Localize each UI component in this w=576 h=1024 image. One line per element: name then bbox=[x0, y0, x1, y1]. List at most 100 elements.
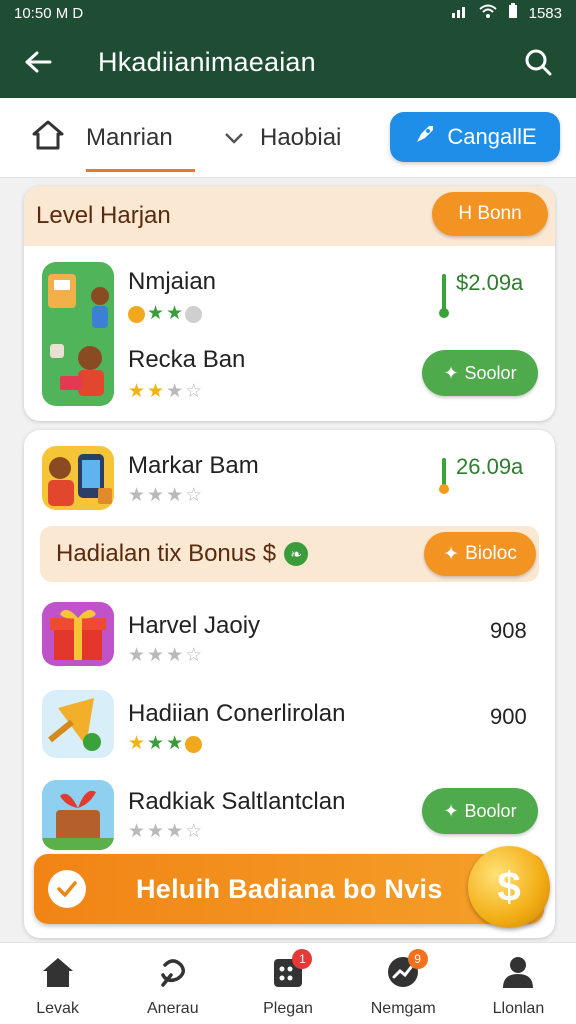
plus-icon: ✦ bbox=[443, 362, 459, 383]
star-icon: ★ bbox=[166, 381, 184, 402]
item-name: Hadiian Conerlirolan bbox=[128, 700, 346, 727]
bonus-banner-title: Hadialan tix Bonus $ bbox=[56, 540, 277, 567]
status-time: 10:50 M D bbox=[14, 4, 84, 22]
status-bar: 10:50 M D 1583 bbox=[0, 0, 576, 26]
notification-badge: 9 bbox=[407, 949, 428, 969]
soolor-label: Soolor bbox=[464, 362, 517, 383]
rating-stars: ★ ★ ★ ☆ bbox=[128, 646, 202, 666]
item-value: 900 bbox=[490, 704, 527, 729]
app-illustration-icon bbox=[42, 262, 114, 406]
nav-label: Levak bbox=[36, 1000, 79, 1017]
phone-app-icon bbox=[42, 446, 114, 510]
nav-item-levak[interactable]: Levak bbox=[0, 943, 115, 1024]
profile-icon bbox=[500, 955, 536, 994]
bonus-button[interactable]: H Bonn bbox=[432, 192, 548, 236]
star-icon: ★ bbox=[147, 303, 165, 324]
leaf-icon: ❧ bbox=[284, 542, 309, 566]
soolor-button[interactable]: ✦ Soolor bbox=[422, 350, 538, 396]
check-shield-icon bbox=[48, 870, 86, 908]
star-icon: ★ bbox=[128, 733, 146, 754]
cangalle-label: CangallE bbox=[447, 124, 537, 149]
star-icon: ★ bbox=[166, 485, 184, 506]
home-outline-icon bbox=[30, 118, 66, 159]
chevron-down-icon bbox=[224, 124, 244, 152]
item-name: Nmjaian bbox=[128, 268, 217, 295]
level-title: Level Harjan bbox=[36, 202, 171, 229]
item-name: Harvel Jaoiy bbox=[128, 612, 261, 639]
price-indicator bbox=[439, 274, 449, 318]
item-price: $2.09a bbox=[456, 270, 524, 295]
bioloc-button[interactable]: ✦ Bioloc bbox=[424, 532, 536, 576]
megaphone-icon bbox=[42, 690, 114, 758]
item-name: Radkiak Saltlantclan bbox=[128, 788, 346, 815]
boolor-button[interactable]: ✦ Boolor bbox=[422, 788, 538, 834]
nav-item-nemgam[interactable]: 9 Nemgam bbox=[346, 943, 461, 1024]
active-tab-indicator bbox=[86, 169, 195, 172]
nav-item-plegan[interactable]: 1 Plegan bbox=[230, 943, 345, 1024]
promo-banner[interactable]: Heluih Badiana bo Nvis $ bbox=[34, 846, 550, 928]
level-items: Nmjaian ★ ★ $2.09a Recka Ban ★ ★ ★ ☆ ✦ S… bbox=[24, 246, 555, 421]
plus-icon: ✦ bbox=[443, 800, 459, 821]
star-icon: ★ bbox=[128, 485, 146, 506]
star-outline-icon: ☆ bbox=[185, 821, 203, 842]
tab-manrian[interactable]: Manrian bbox=[30, 118, 195, 172]
star-icon: ★ bbox=[147, 821, 165, 842]
plus-icon: ✦ bbox=[443, 543, 460, 565]
signal-icon bbox=[451, 4, 469, 22]
item-price: 26.09a bbox=[456, 454, 524, 479]
rocket-icon bbox=[413, 122, 437, 152]
rating-stars: ★ ★ bbox=[128, 303, 203, 324]
rating-stars: ★ ★ ★ bbox=[128, 733, 203, 754]
bonus-button-label: H Bonn bbox=[458, 203, 522, 224]
page-title: Hkadiianimaeaian bbox=[98, 46, 316, 77]
item-name: Markar Bam bbox=[128, 452, 259, 479]
star-outline-icon: ☆ bbox=[185, 485, 203, 506]
back-arrow-icon[interactable] bbox=[22, 46, 54, 78]
rating-stars: ★ ★ ★ ☆ bbox=[128, 382, 202, 402]
star-icon: ★ bbox=[147, 485, 165, 506]
star-icon: ★ bbox=[166, 733, 184, 754]
rating-stars: ★ ★ ★ ☆ bbox=[128, 822, 202, 842]
coin-icon bbox=[128, 306, 145, 323]
star-icon: ★ bbox=[166, 303, 184, 324]
nav-item-anerau[interactable]: Anerau bbox=[115, 943, 230, 1024]
star-icon: ★ bbox=[147, 645, 165, 666]
app-bar: Hkadiianimaeaian bbox=[0, 26, 576, 98]
star-icon: ★ bbox=[147, 381, 165, 402]
star-icon: ★ bbox=[147, 733, 165, 754]
coin-icon bbox=[185, 736, 203, 753]
coin-icon: $ bbox=[468, 846, 550, 928]
search-icon[interactable] bbox=[522, 46, 554, 78]
star-icon: ★ bbox=[166, 645, 184, 666]
gift-box-icon bbox=[42, 602, 114, 666]
swirl-icon bbox=[155, 955, 191, 994]
tab-haobiai[interactable]: Haobiai bbox=[224, 120, 341, 156]
tab-label: Manrian bbox=[86, 124, 173, 151]
battery-text: 1583 bbox=[528, 4, 562, 22]
star-icon: ★ bbox=[128, 381, 146, 402]
battery-icon bbox=[507, 3, 519, 23]
boolor-label: Boolor bbox=[464, 800, 517, 821]
content-area[interactable]: Level Harjan H Bonn Nmjaian ★ ★ $2.09a R… bbox=[0, 178, 576, 942]
plant-pot-icon bbox=[42, 780, 114, 850]
promo-text: Heluih Badiana bo Nvis bbox=[136, 873, 443, 904]
nav-label: Llonlan bbox=[492, 1000, 545, 1017]
star-icon: ★ bbox=[128, 645, 146, 666]
star-outline-icon: ☆ bbox=[185, 381, 203, 402]
price-indicator bbox=[439, 458, 449, 494]
nav-item-llonlan[interactable]: Llonlan bbox=[461, 943, 576, 1024]
bioloc-label: Bioloc bbox=[465, 543, 517, 564]
cangalle-button[interactable]: CangallE bbox=[390, 112, 560, 162]
tab-label: Haobiai bbox=[260, 124, 342, 151]
status-icons: 1583 bbox=[451, 3, 562, 23]
wifi-icon bbox=[478, 4, 497, 22]
star-icon: ★ bbox=[166, 821, 184, 842]
star-icon: ★ bbox=[128, 821, 146, 842]
notification-badge: 1 bbox=[292, 949, 313, 969]
tab-bar: Manrian Haobiai CangallE bbox=[0, 98, 576, 178]
rating-stars: ★ ★ ★ ☆ bbox=[128, 486, 202, 506]
nav-label: Anerau bbox=[147, 1000, 199, 1017]
item-value: 908 bbox=[490, 618, 527, 643]
bottom-nav: Levak Anerau 1 Plegan 9 Nemgam Llonlan bbox=[0, 942, 576, 1024]
nav-label: Nemgam bbox=[370, 1000, 436, 1017]
